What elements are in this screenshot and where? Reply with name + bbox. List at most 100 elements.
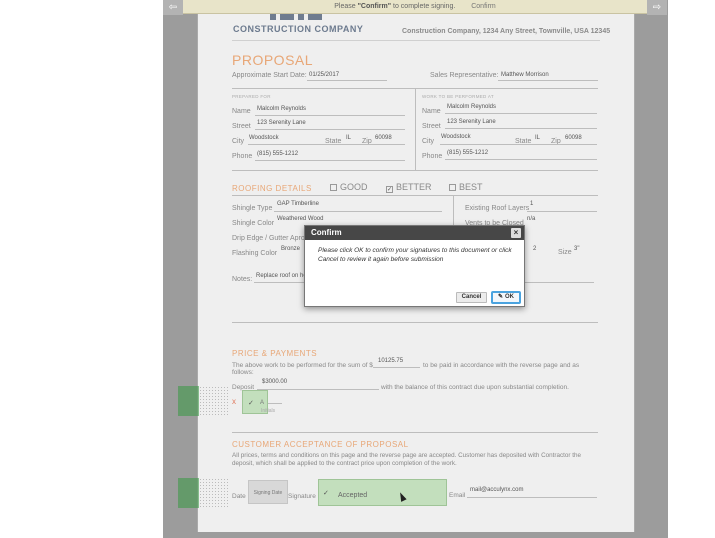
best-checkbox[interactable] (449, 184, 456, 191)
price-amount-line (373, 367, 420, 368)
work-at-label: WORK TO BE PERFORMED AT (422, 94, 494, 99)
initials-text: A (260, 400, 265, 406)
price-amount: 10125.75 (378, 358, 404, 364)
next-page-icon[interactable]: ⇨ (647, 0, 667, 15)
page-title: PROPOSAL (232, 52, 314, 68)
left-city-line (248, 144, 405, 145)
right-zip-value: 60098 (565, 135, 582, 141)
start-date-value: 01/25/2017 (309, 72, 340, 78)
start-date-line (307, 80, 387, 81)
email-value: mail@acculynx.com (470, 487, 524, 493)
flashing-color-label: Flashing Color (232, 250, 278, 257)
acceptance-text: All prices, terms and conditions on this… (232, 452, 581, 467)
right-name-line (445, 113, 597, 114)
better-checkbox[interactable]: ✓ (386, 186, 393, 193)
option-best[interactable]: BEST (449, 182, 483, 192)
roof-layers-label: Existing Roof Layers (465, 205, 530, 212)
shingle-type-label: Shingle Type (232, 205, 273, 212)
close-icon[interactable]: × (511, 228, 521, 238)
left-phone-value: (815) 555-1212 (257, 151, 299, 157)
right-margin (668, 0, 715, 538)
address-divider (415, 88, 416, 170)
left-name-label: Name (232, 108, 251, 115)
roof-layers-value: 1 (530, 201, 534, 207)
good-checkbox[interactable] (330, 184, 337, 191)
right-city-line (440, 144, 597, 145)
company-logo (270, 14, 330, 20)
option-good[interactable]: GOOD (330, 182, 368, 192)
left-zip-value: 60098 (375, 135, 392, 141)
address-bottom-border (232, 170, 598, 171)
right-city-label: City (422, 138, 435, 145)
signing-banner: Please "Confirm" to complete signing. Co… (183, 0, 647, 14)
left-margin (0, 0, 163, 538)
email-line (467, 497, 597, 498)
vent-quantity-value: 2 (533, 246, 537, 252)
signature-check-icon: ✓ (323, 490, 329, 497)
acceptance-section-title: CUSTOMER ACCEPTANCE OF PROPOSAL (232, 440, 409, 449)
company-name: CONSTRUCTION COMPANY (233, 24, 364, 34)
size-value: 3" (574, 246, 580, 252)
left-name-value: Malcolm Reynolds (257, 106, 307, 112)
header-divider (232, 40, 600, 41)
deposit-line (257, 389, 379, 390)
date-label: Date (232, 493, 246, 500)
price-text-2: to be paid in accordance with the revers… (423, 362, 580, 369)
deposit-value: $3000.00 (262, 379, 288, 385)
left-street-value: 123 Serenity Lane (257, 120, 306, 126)
right-state-value: IL (535, 135, 541, 141)
roofing-bottom-border (232, 322, 598, 323)
initials-caption: Initials (261, 408, 276, 414)
initials-tab-marker (178, 386, 199, 416)
initials-line (268, 403, 282, 404)
signature-label: Signature (288, 493, 316, 500)
initials-tab-pattern (199, 386, 229, 416)
ok-button-label: OK (505, 294, 515, 300)
roofing-divider (232, 195, 598, 196)
left-city-label: City (232, 138, 245, 145)
right-street-line (445, 128, 597, 129)
price-bottom-border (232, 432, 598, 433)
previous-page-icon[interactable]: ⇦ (163, 0, 183, 15)
price-text-3: follows: (232, 369, 254, 376)
signature-field[interactable]: ✓ Accepted (318, 479, 447, 506)
left-phone-line (255, 160, 405, 161)
right-phone-label: Phone (422, 153, 443, 160)
left-phone-label: Phone (232, 153, 253, 160)
signature-tab-pattern (199, 478, 229, 508)
left-street-line (255, 129, 405, 130)
drip-edge-label: Drip Edge / Gutter Apron (232, 235, 309, 242)
banner-confirm-link[interactable]: Confirm (471, 3, 496, 10)
cancel-button[interactable]: Cancel (456, 292, 487, 303)
initials-check-icon: ✓ (248, 400, 254, 407)
dialog-header: Confirm × (305, 226, 524, 240)
left-name-line (255, 115, 405, 116)
left-state-value: IL (346, 135, 352, 141)
shingle-type-value: GAP Timberline (277, 201, 319, 207)
size-label: Size (558, 249, 572, 256)
right-city-value: Woodstock (441, 134, 471, 140)
ok-button[interactable]: ✎ OK (491, 291, 521, 304)
dialog-message: Please click OK to confirm your signatur… (318, 247, 512, 263)
sales-rep-label: Sales Representative: (430, 72, 499, 79)
initials-x-mark: x (232, 397, 236, 406)
right-phone-line (445, 159, 597, 160)
option-best-label: BEST (459, 182, 483, 192)
right-name-value: Malcolm Reynolds (447, 104, 497, 110)
company-address: Construction Company, 1234 Any Street, T… (402, 28, 611, 35)
option-better[interactable]: ✓ BETTER (386, 182, 432, 193)
signature-text: Accepted (338, 492, 368, 499)
start-date-label: Approximate Start Date: (232, 72, 307, 79)
shingle-type-line (274, 211, 442, 212)
left-street-label: Street (232, 123, 251, 130)
shingle-color-label: Shingle Color (232, 220, 275, 227)
left-city-value: Woodstock (249, 135, 279, 141)
balance-text: with the balance of this contract due up… (381, 384, 569, 391)
sales-rep-line (498, 80, 598, 81)
signing-date-field[interactable]: Signing Date (248, 480, 288, 504)
right-phone-value: (815) 555-1212 (447, 150, 489, 156)
vents-value: n/a (527, 216, 536, 222)
option-good-label: GOOD (340, 182, 368, 192)
right-name-label: Name (422, 108, 441, 115)
prepared-for-label: PREPARED FOR (232, 94, 271, 99)
